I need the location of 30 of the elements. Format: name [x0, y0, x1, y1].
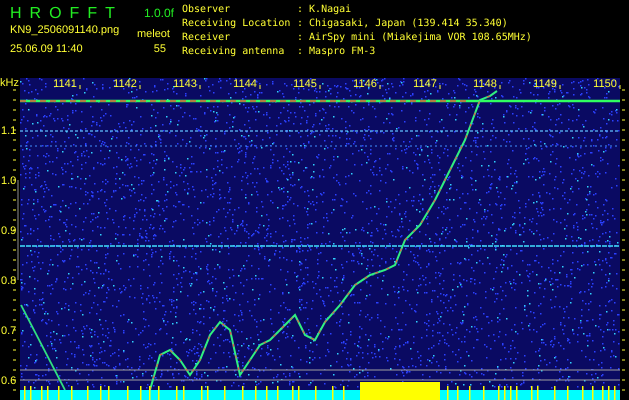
mode-label: meleot	[136, 28, 171, 40]
x-axis-label: 1145	[293, 78, 317, 90]
info-label: Receiving antenna	[182, 46, 286, 59]
x-axis-label: 1142	[113, 78, 137, 90]
app-title: HROFFT	[10, 4, 123, 24]
axis-unit: kHz	[0, 77, 19, 89]
x-axis-label: 1150	[593, 78, 617, 90]
y-axis-label: 0.9	[1, 225, 16, 237]
y-axis-label: 0.8	[1, 275, 16, 287]
y-axis-label: 1.0	[1, 175, 16, 187]
info-label: Observer	[182, 4, 232, 17]
info-value: : K.Nagai	[297, 4, 352, 17]
y-axis-label: 1.1	[1, 125, 16, 137]
info-value: : AirSpy mini (Miakejima VOR 108.65MHz)	[297, 32, 532, 45]
info-value: : Maspro FM-3	[297, 46, 376, 59]
info-label: Receiving Location	[182, 18, 292, 31]
x-axis-label: 1141	[53, 78, 77, 90]
file-name: KN9_2506091140.png	[10, 24, 120, 36]
x-axis-label: 1143	[173, 78, 197, 90]
date-time: 25.06.09 11:40	[10, 43, 84, 55]
y-axis-label: 0.6	[1, 375, 16, 387]
count-label: 55	[152, 43, 167, 55]
y-axis-label: 0.7	[1, 325, 16, 337]
info-label: Receiver	[182, 32, 232, 45]
version-label: 1.0.0f	[142, 5, 175, 22]
info-value: : Chigasaki, Japan (139.414 35.340)	[297, 18, 509, 31]
x-axis-label: 1146	[353, 78, 377, 90]
x-axis-label: 1144	[233, 78, 257, 90]
x-axis-label: 1148	[473, 78, 497, 90]
x-axis-label: 1147	[413, 78, 437, 90]
